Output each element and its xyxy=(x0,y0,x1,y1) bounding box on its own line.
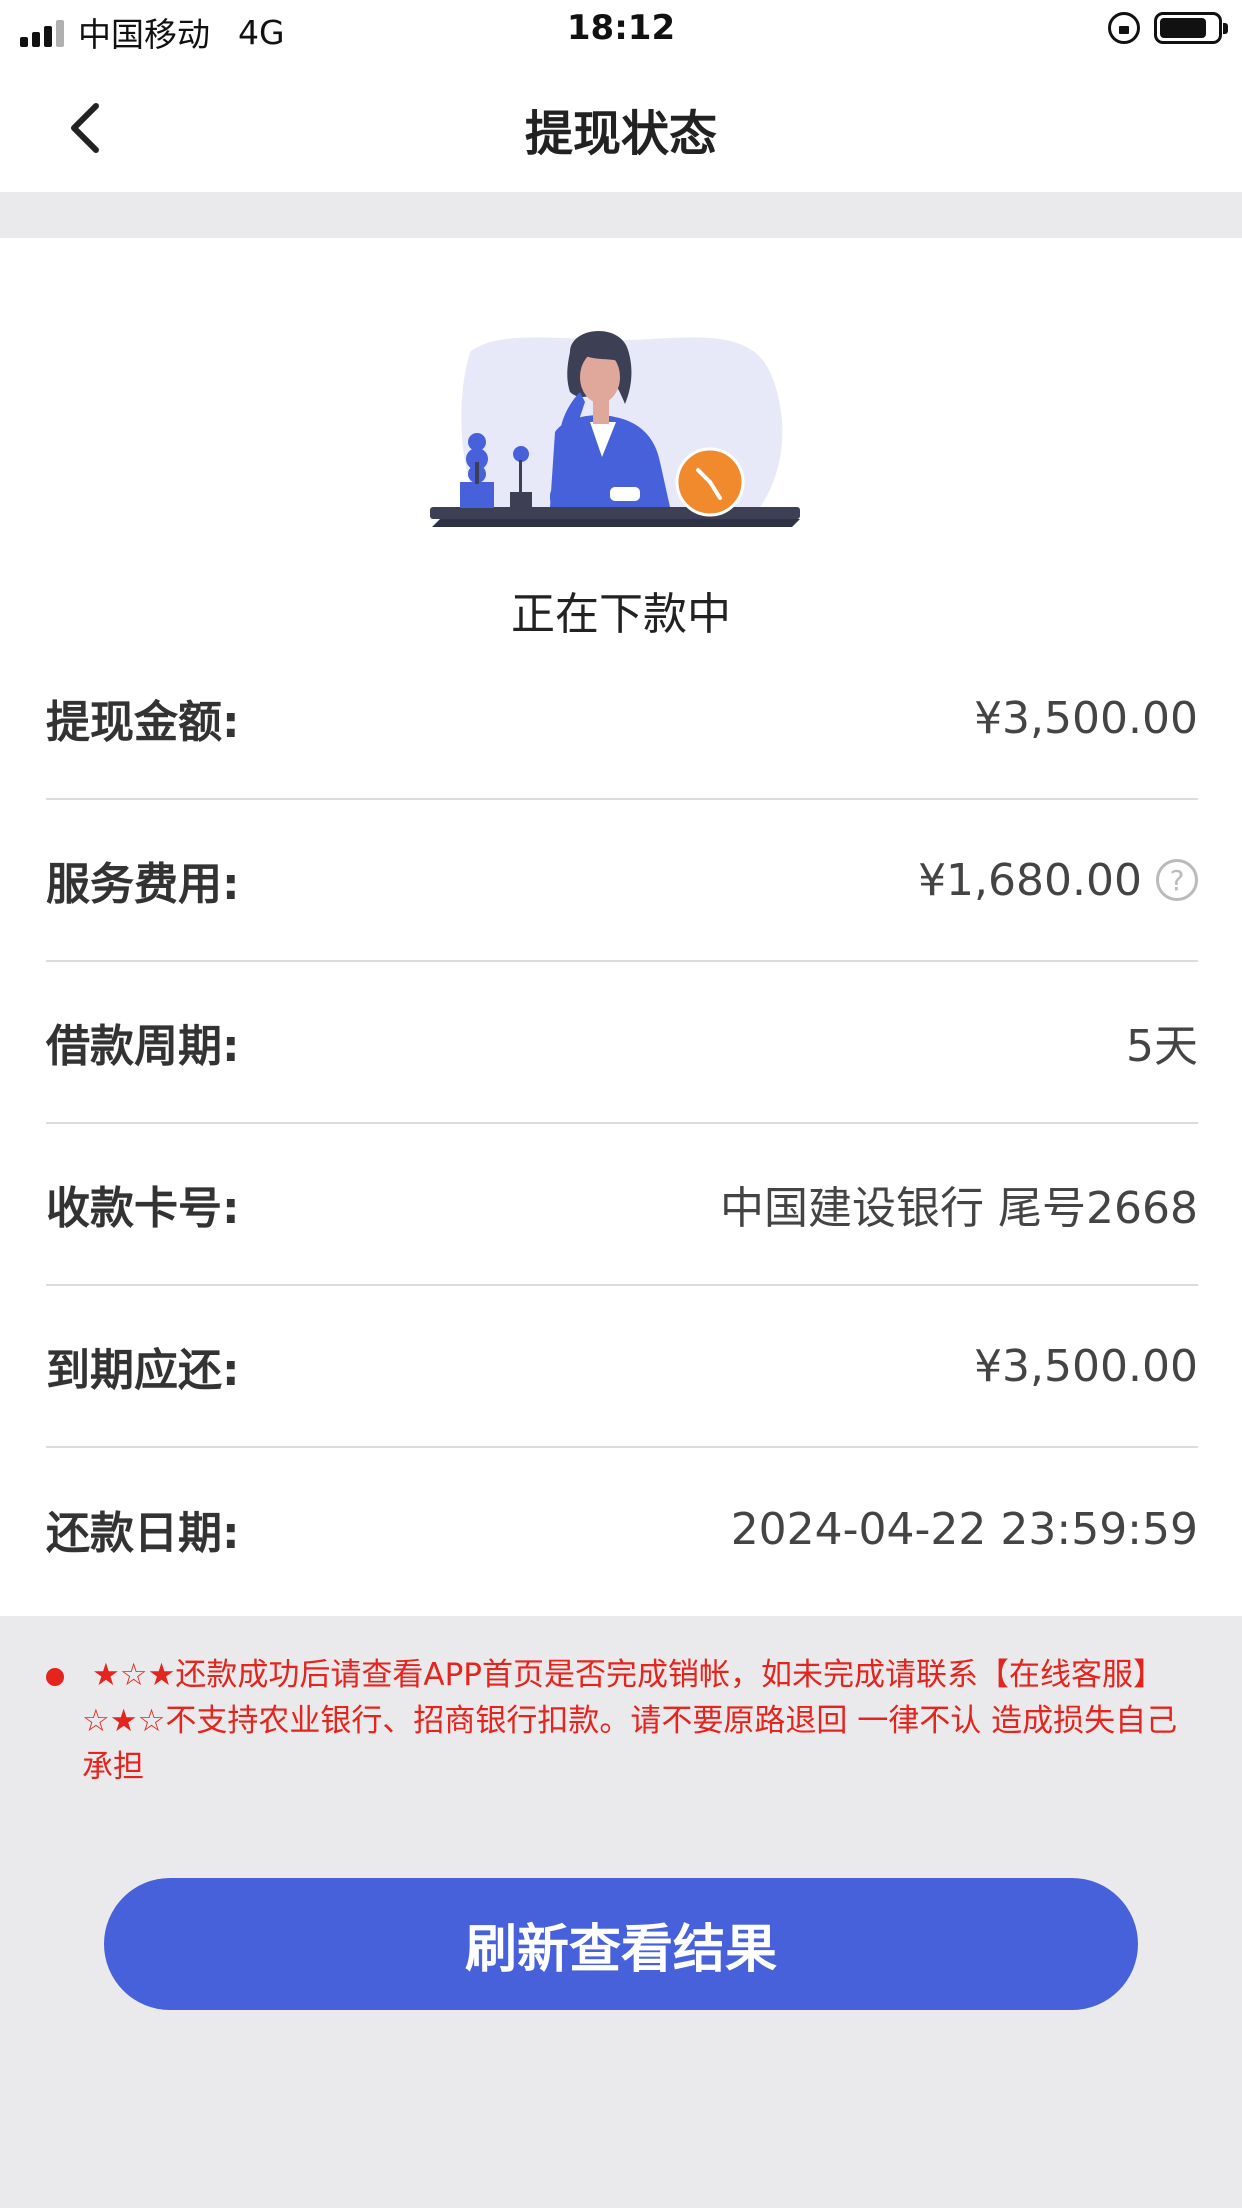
row-label: 到期应还: xyxy=(46,1345,240,1396)
row-value: ¥3,500.00 xyxy=(974,1340,1198,1392)
row-label: 还款日期: xyxy=(46,1508,240,1559)
row-value: 2024-04-22 23:59:59 xyxy=(730,1503,1198,1555)
row-card-number: 收款卡号: 中国建设银行 尾号2668 xyxy=(46,1124,1198,1286)
woman-waiting-clock-illustration xyxy=(430,331,800,527)
status-time: 18:12 xyxy=(566,8,676,48)
details-list: 提现金额: ¥3,500.00 服务费用: ¥1,680.00 ? 借款周期: … xyxy=(46,638,1198,1610)
question-help-icon[interactable]: ? xyxy=(1156,859,1198,901)
row-label: 提现金额: xyxy=(46,697,240,748)
row-value: 5天 xyxy=(1126,1021,1198,1072)
page-title: 提现状态 xyxy=(524,106,717,162)
row-label: 收款卡号: xyxy=(46,1183,240,1234)
withdrawal-status-card: 正在下款中 提现金额: ¥3,500.00 服务费用: ¥1,680.00 ? … xyxy=(0,238,1242,1616)
status-text: 正在下款中 xyxy=(511,589,731,640)
row-value: ¥1,680.00 xyxy=(918,854,1142,906)
row-label: 借款周期: xyxy=(46,1021,240,1072)
rotation-lock-icon xyxy=(1108,12,1140,44)
row-label: 服务费用: xyxy=(46,859,240,910)
row-loan-period: 借款周期: 5天 xyxy=(46,962,1198,1124)
bullet-dot-icon xyxy=(46,1668,64,1686)
row-service-fee: 服务费用: ¥1,680.00 ? xyxy=(46,800,1198,962)
row-value: 中国建设银行 尾号2668 xyxy=(720,1183,1198,1234)
refresh-result-button[interactable]: 刷新查看结果 xyxy=(104,1878,1138,2010)
row-withdraw-amount: 提现金额: ¥3,500.00 xyxy=(46,638,1198,800)
battery-icon xyxy=(1154,12,1228,44)
status-bar: 中国移动 4G 18:12 xyxy=(0,0,1242,62)
row-value-wrap: ¥1,680.00 ? xyxy=(918,855,1198,906)
status-bar-right xyxy=(1108,12,1228,44)
row-amount-due: 到期应还: ¥3,500.00 xyxy=(46,1286,1198,1448)
notice-text: ★☆★还款成功后请查看APP首页是否完成销帐，如未完成请联系【在线客服】☆★☆不… xyxy=(82,1657,1178,1785)
row-value: ¥3,500.00 xyxy=(974,692,1198,744)
nav-bar: 提现状态 xyxy=(0,62,1242,192)
repayment-notice: ★☆★还款成功后请查看APP首页是否完成销帐，如未完成请联系【在线客服】☆★☆不… xyxy=(46,1652,1196,1790)
row-repay-date: 还款日期: 2024-04-22 23:59:59 xyxy=(46,1448,1198,1610)
